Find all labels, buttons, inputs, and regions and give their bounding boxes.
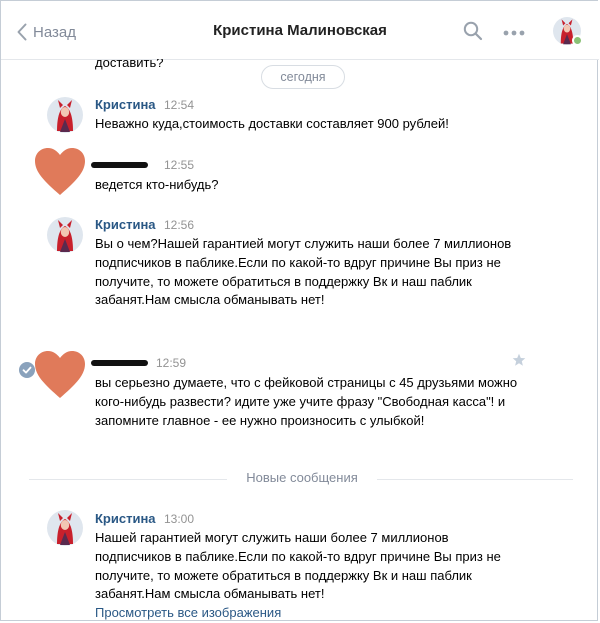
message-time[interactable]: 12:55 bbox=[164, 158, 194, 172]
message-time[interactable]: 12:59 bbox=[156, 356, 186, 370]
divider-line bbox=[377, 479, 573, 480]
message-time[interactable]: 12:54 bbox=[164, 98, 194, 112]
search-icon[interactable] bbox=[463, 21, 483, 41]
heart-avatar-icon[interactable] bbox=[34, 350, 86, 400]
message-time[interactable]: 12:56 bbox=[164, 218, 194, 232]
divider-line bbox=[29, 479, 227, 480]
date-separator: сегодня bbox=[261, 65, 345, 89]
message-author[interactable]: Кристина bbox=[95, 511, 156, 526]
redacted-name bbox=[91, 360, 148, 366]
message-text: доставить? bbox=[95, 59, 164, 70]
chat-header: Назад Кристина Малиновская bbox=[1, 1, 599, 60]
avatar[interactable] bbox=[47, 510, 83, 546]
message-text: вы серьезно думаете, что с фейковой стра… bbox=[95, 375, 518, 428]
check-circle-icon[interactable] bbox=[19, 362, 35, 378]
online-indicator-icon bbox=[572, 35, 583, 46]
message-time[interactable]: 13:00 bbox=[164, 512, 194, 526]
redacted-name bbox=[91, 162, 148, 168]
chat-window: Назад Кристина Малиновская доставить? се… bbox=[0, 0, 599, 622]
message-author[interactable]: Кристина bbox=[95, 217, 156, 232]
avatar[interactable] bbox=[47, 97, 83, 133]
view-all-images-link[interactable]: Просмотреть все изображения bbox=[95, 605, 281, 620]
heart-avatar-icon[interactable] bbox=[34, 147, 86, 197]
avatar[interactable] bbox=[47, 217, 83, 253]
message-text: Нашей гарантией могут служить наши более… bbox=[95, 530, 501, 602]
message-author[interactable]: Кристина bbox=[95, 97, 156, 112]
message-text: Неважно куда,стоимость доставки составля… bbox=[95, 116, 449, 131]
message-text: Вы о чем?Нашей гарантией могут служить н… bbox=[95, 236, 512, 308]
header-avatar[interactable] bbox=[553, 17, 583, 46]
new-messages-divider: Новые сообщения bbox=[246, 470, 358, 485]
star-icon[interactable] bbox=[512, 353, 526, 367]
message-history[interactable]: доставить? сегодня Кристина 12:54 Неважн… bbox=[1, 59, 599, 622]
more-dots-icon[interactable] bbox=[503, 30, 525, 36]
message-text: ведется кто-нибудь? bbox=[95, 177, 219, 192]
